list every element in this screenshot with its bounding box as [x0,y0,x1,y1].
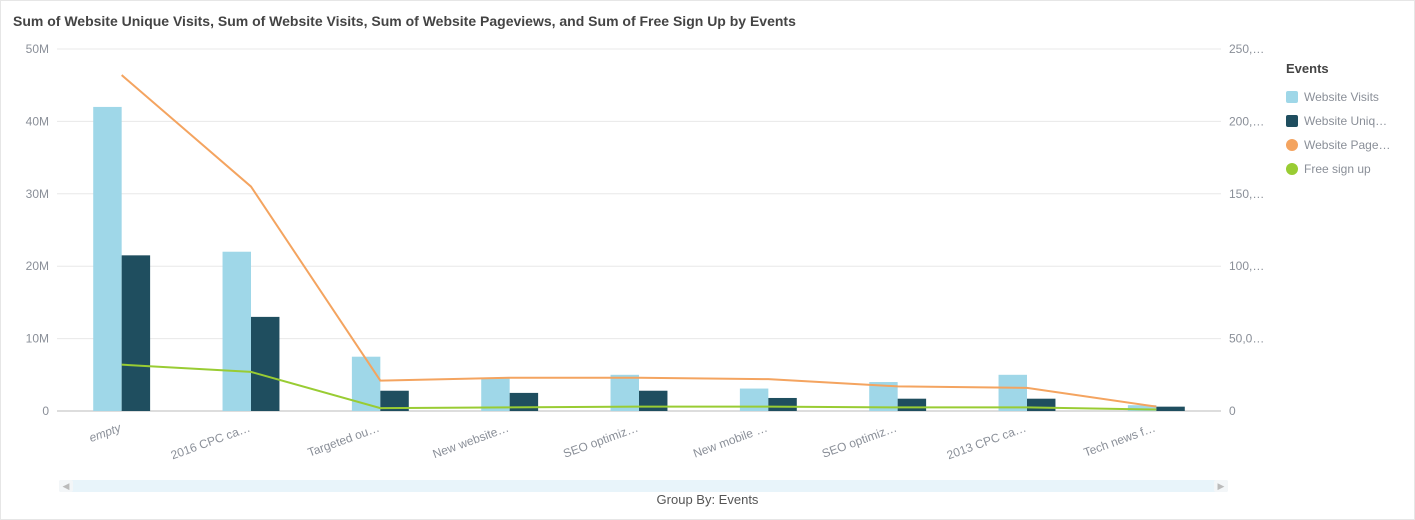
svg-text:50M: 50M [26,42,49,56]
legend-item-unique[interactable]: Website Uniq… [1286,114,1406,128]
bar-1-7 [1027,399,1055,411]
x-label-3: New website… [431,421,511,462]
svg-text:10M: 10M [26,332,49,346]
bar-1-1 [251,317,279,411]
svg-text:0: 0 [1229,404,1236,418]
bar-1-5 [768,398,796,411]
x-label-7: 2013 CPC ca… [945,421,1028,463]
bar-0-0 [93,107,121,411]
svg-text:0: 0 [42,404,49,418]
legend-header: Events [1286,61,1406,76]
legend-label-visits: Website Visits [1304,90,1379,104]
bar-0-4 [611,375,639,411]
chart-area: 0 10M 20M 30M 40M 50M 0 50,0… 100,… 150,… 200,… 250… [9,33,1278,488]
x-label-4: SEO optimiz… [561,421,640,461]
legend-item-pageviews[interactable]: Website Page… [1286,138,1406,152]
chart-card: Sum of Website Unique Visits, Sum of Web… [0,0,1415,520]
svg-text:50,0…: 50,0… [1229,332,1264,346]
x-label-6: SEO optimiz… [820,421,899,461]
bar-1-0 [122,255,150,411]
x-label-1: 2016 CPC ca… [169,421,252,463]
x-label-5: New mobile … [691,421,769,461]
svg-text:30M: 30M [26,187,49,201]
bar-0-1 [223,252,251,411]
svg-text:100,…: 100,… [1229,259,1264,273]
x-label-0: empty [87,420,123,445]
bar-0-7 [999,375,1027,411]
svg-text:250,…: 250,… [1229,42,1264,56]
bar-1-6 [898,399,926,411]
legend-swatch-free [1286,163,1298,175]
legend-label-pageviews: Website Page… [1304,138,1391,152]
chart-svg: 0 10M 20M 30M 40M 50M 0 50,0… 100,… 150,… 200,… 250… [9,33,1269,485]
scroll-right-icon[interactable]: ▶ [1214,480,1228,492]
bar-0-2 [352,357,380,411]
legend-swatch-pageviews [1286,139,1298,151]
legend-item-free[interactable]: Free sign up [1286,162,1406,176]
legend: Events Website Visits Website Uniq… Webs… [1286,33,1406,488]
chart-row: 0 10M 20M 30M 40M 50M 0 50,0… 100,… 150,… 200,… 250… [9,33,1406,488]
bar-1-4 [639,391,667,411]
chart-title: Sum of Website Unique Visits, Sum of Web… [9,7,1406,33]
legend-label-unique: Website Uniq… [1304,114,1387,128]
svg-text:40M: 40M [26,114,49,128]
bar-1-8 [1156,407,1184,411]
group-by-caption: Group By: Events [9,492,1406,507]
scroll-left-icon[interactable]: ◀ [59,480,73,492]
legend-swatch-unique [1286,115,1298,127]
svg-text:200,…: 200,… [1229,114,1264,128]
legend-swatch-visits [1286,91,1298,103]
bar-0-3 [481,378,509,411]
svg-text:150,…: 150,… [1229,187,1264,201]
legend-item-visits[interactable]: Website Visits [1286,90,1406,104]
chart-horizontal-scrollbar[interactable]: ◀ ▶ [59,480,1228,492]
legend-label-free: Free sign up [1304,162,1371,176]
svg-text:20M: 20M [26,259,49,273]
x-label-8: Tech news f… [1082,421,1158,460]
x-label-2: Targeted ou… [306,421,382,460]
